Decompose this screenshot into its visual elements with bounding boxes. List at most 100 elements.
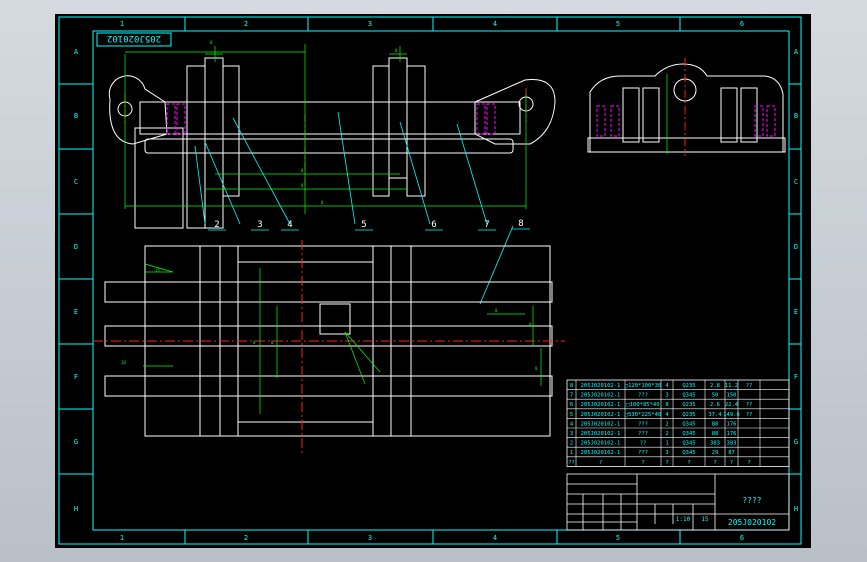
parts-list-cell-material: Q345 — [682, 431, 695, 437]
parts-list-cell-qty: 2 — [665, 421, 668, 427]
parts-list-cell-no: 7 — [570, 393, 573, 399]
parts-list-cell-material: Q235 — [682, 383, 695, 389]
grid-col-label: 3 — [368, 534, 372, 542]
parts-list-cell-qty: 3 — [665, 393, 668, 399]
front-view-hidden — [166, 103, 496, 135]
grid-row-label: G — [74, 438, 78, 446]
parts-list-header: ?? — [568, 460, 575, 466]
front-view — [108, 57, 556, 229]
part-balloon: 4 — [287, 220, 292, 230]
parts-list-cell-code: 205J020102-1 — [581, 441, 621, 447]
parts-list-cell-code: 205J020102-1 — [581, 450, 621, 456]
parts-list-cell-material: Q235 — [682, 412, 695, 418]
grid-row-label: H — [794, 505, 798, 513]
parts-list-cell-no: 4 — [570, 421, 574, 427]
top-view-dimensions — [143, 263, 542, 414]
svg-text:10: 10 — [121, 360, 126, 365]
grid-row-label: F — [74, 373, 78, 381]
parts-list-cell-total: 11.2 — [725, 383, 738, 389]
parts-list-cell-total: 150 — [727, 393, 737, 399]
parts-list-cell-no: 6 — [570, 402, 573, 408]
title-block-number: 205J020102 — [728, 518, 776, 527]
grid-row-label: B — [74, 112, 78, 120]
parts-list-cell-no: 3 — [570, 431, 573, 437]
top-view-dim-text: 1510 00 000 — [121, 268, 538, 371]
grid-col-label: 3 — [368, 20, 372, 28]
svg-text:0: 0 — [535, 366, 538, 371]
parts-list-cell-name: □120*100*30 — [625, 383, 661, 389]
svg-text:0: 0 — [395, 48, 398, 53]
parts-list-cell-unit: 50 — [712, 393, 719, 399]
parts-list-header: ? — [665, 460, 668, 466]
svg-text:0: 0 — [210, 40, 213, 45]
part-balloon: 5 — [361, 220, 366, 230]
title-block-title: ???? — [742, 496, 761, 505]
grid-col-label: 5 — [616, 534, 620, 542]
parts-list-cell-name: ??? — [638, 421, 648, 427]
parts-list-cell-unit: 37.4 — [708, 412, 722, 418]
grid-col-label: 4 — [493, 534, 497, 542]
grid-row-label: H — [74, 505, 78, 513]
parts-list-cell-qty: 1 — [665, 441, 668, 447]
part-balloon: 2 — [214, 220, 219, 230]
parts-list-cell-note: ?? — [746, 383, 753, 389]
parts-list-cell-material: Q235 — [682, 402, 695, 408]
grid-col-label: 5 — [616, 20, 620, 28]
grid-row-label: F — [794, 373, 798, 381]
side-view — [587, 63, 786, 153]
parts-list-cell-code: 205J020102-1 — [581, 412, 621, 418]
svg-text:15: 15 — [155, 268, 160, 273]
grid-row-label: E — [74, 308, 78, 316]
svg-text:0: 0 — [495, 308, 498, 313]
parts-list-cell-material: Q345 — [682, 441, 695, 447]
parts-list-cell-name: ??? — [638, 431, 648, 437]
part-balloon: 8 — [518, 219, 523, 229]
parts-list-cell-total: 87 — [728, 450, 735, 456]
parts-list-header: ? — [713, 460, 716, 466]
grid-col-label: 2 — [244, 20, 248, 28]
front-view-dim-text: 0 0 0 0 0 — [210, 40, 398, 205]
part-balloon: 6 — [431, 220, 436, 230]
parts-list-cell-no: 8 — [570, 383, 573, 389]
svg-text:0: 0 — [301, 168, 304, 173]
parts-list-cell-unit: 2.6 — [710, 402, 720, 408]
parts-list-cell-name: ??? — [638, 450, 648, 456]
parts-list-header: ? — [747, 460, 750, 466]
cad-viewport[interactable]: 1 1 2 2 3 3 4 4 5 5 6 6 A A B B C C D D E E F F G G H H 205J020102 — [55, 14, 811, 548]
leaders — [194, 111, 514, 305]
parts-list-header: ? — [730, 460, 733, 466]
parts-list-cell-code: 205J020102-1 — [581, 393, 621, 399]
grid-col-label: 4 — [493, 20, 497, 28]
grid-row-label: B — [794, 112, 798, 120]
grid-col-label: 1 — [120, 20, 124, 28]
parts-list-cell-material: Q345 — [682, 393, 695, 399]
parts-list-cell-total: 176 — [727, 421, 737, 427]
parts-list-cell-qty: 4 — [665, 412, 669, 418]
grid-col-label: 6 — [740, 534, 744, 542]
parts-list-cell-qty: 8 — [665, 402, 668, 408]
parts-list-cell-unit: 88 — [712, 421, 719, 427]
parts-list-header: ? — [687, 460, 690, 466]
grid-col-label: 2 — [244, 534, 248, 542]
parts-list-cell-name: □530*225*40 — [625, 412, 661, 418]
parts-list-cell-qty: 4 — [665, 383, 669, 389]
parts-list-cell-code: 205J020102-1 — [581, 421, 621, 427]
drawing-number-stamp: 205J020102 — [107, 33, 161, 43]
parts-list-cell-material: Q345 — [682, 421, 695, 427]
svg-text:0: 0 — [321, 200, 324, 205]
grid-row-label: G — [794, 438, 798, 446]
parts-list-cell-code: 205J020102-1 — [581, 383, 621, 389]
grid-row-label: D — [74, 243, 78, 251]
parts-list-cell-code: 205J020102-1 — [581, 431, 621, 437]
parts-list-table: 8 205J020102-1 □120*100*30 4 Q235 2.8 11.2 ?? 7 2… — [566, 379, 790, 467]
grid-row-label: C — [794, 178, 798, 186]
parts-list-cell-no: 1 — [570, 450, 573, 456]
parts-list-cell-total: 149.6 — [723, 412, 740, 418]
drawing-sheet: 1 1 2 2 3 3 4 4 5 5 6 6 A A B B C C D D E E F F G G H H 205J020102 — [58, 16, 802, 545]
parts-list-cell-material: Q345 — [682, 450, 695, 456]
parts-list-cell-unit: 88 — [712, 431, 719, 437]
front-view-centerlines — [124, 88, 527, 194]
parts-list-cell-code: 205J020102-1 — [581, 402, 621, 408]
grid-row-label: A — [74, 48, 79, 56]
side-view-hidden — [596, 105, 776, 137]
